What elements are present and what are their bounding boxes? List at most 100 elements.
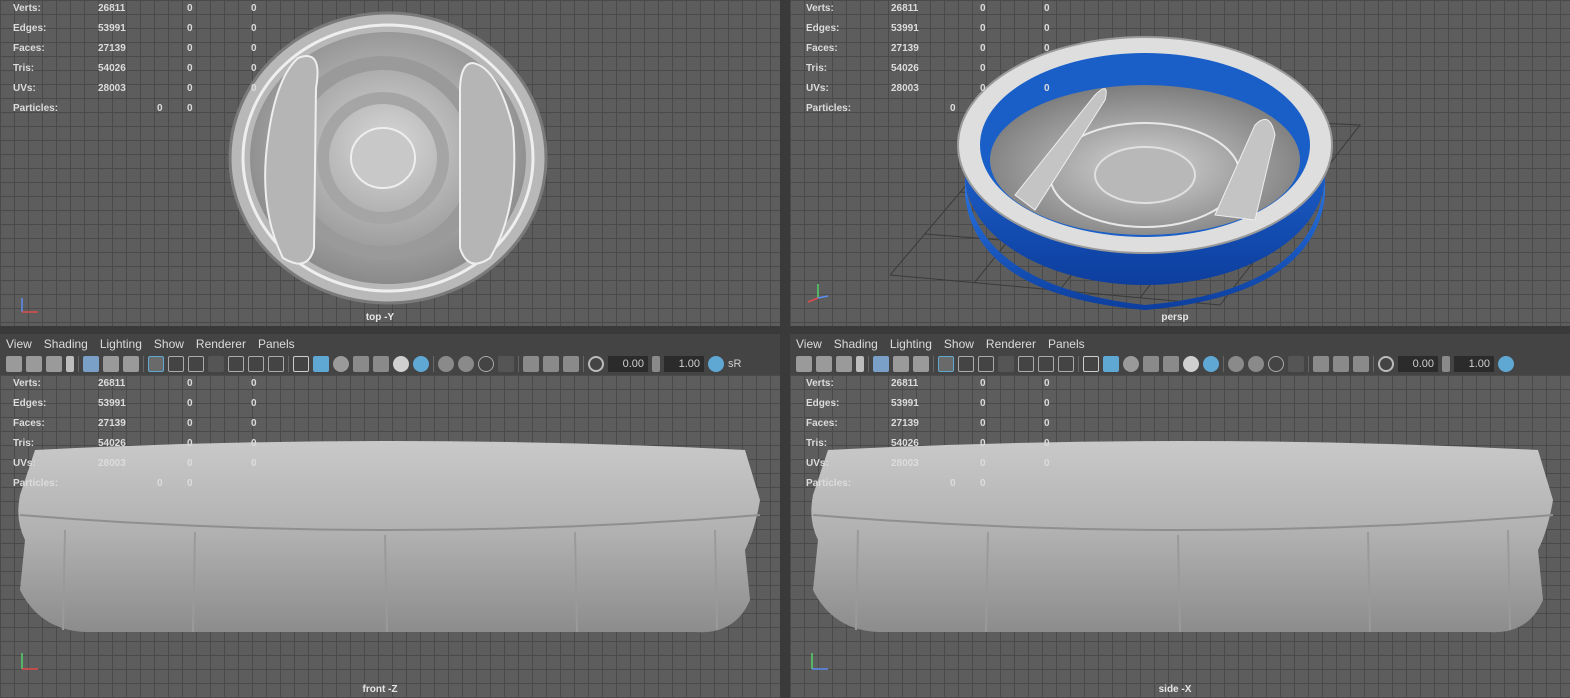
bookmark-icon[interactable] <box>66 356 74 372</box>
viewport-label-top: top -Y <box>365 312 395 323</box>
film-gate-icon[interactable] <box>168 356 184 372</box>
safe-title-icon[interactable] <box>1058 356 1074 372</box>
separator <box>583 356 584 372</box>
wireframe-on-shaded-icon[interactable] <box>353 356 369 372</box>
xray-joints-icon[interactable] <box>563 356 579 372</box>
viewport-label-front: front -Z <box>362 684 398 695</box>
depth-icon[interactable] <box>1288 356 1304 372</box>
shadow-icon[interactable] <box>1203 356 1219 372</box>
color-manage-icon[interactable] <box>1498 356 1514 372</box>
menu-show[interactable]: Show <box>938 337 980 351</box>
gate-mask-icon[interactable] <box>998 356 1014 372</box>
viewport-persp[interactable]: Verts: 26811 0 0 Edges: 53991 0 0 Faces: 27139 0… <box>790 0 1570 326</box>
film-gate-icon[interactable] <box>958 356 974 372</box>
pane-divider[interactable] <box>0 326 1570 334</box>
move-icon[interactable] <box>893 356 909 372</box>
wireframe-icon[interactable] <box>293 356 309 372</box>
menu-view[interactable]: View <box>0 337 38 351</box>
snap-icon[interactable] <box>873 356 889 372</box>
motion-blur-icon[interactable] <box>1248 356 1264 372</box>
xray-icon[interactable] <box>543 356 559 372</box>
anti-alias-icon[interactable] <box>1268 356 1284 372</box>
safe-action-icon[interactable] <box>248 356 264 372</box>
move-icon[interactable] <box>103 356 119 372</box>
select-camera-icon[interactable] <box>816 356 832 372</box>
isolate-icon[interactable] <box>1313 356 1329 372</box>
gate-mask-icon[interactable] <box>208 356 224 372</box>
axis-gizmo-icon <box>21 653 38 670</box>
pane-divider[interactable] <box>780 0 790 698</box>
viewport-side[interactable]: Verts: 26811 0 0 Edges: 53991 0 0 Faces: 27139 0… <box>790 375 1570 698</box>
pool-persp-mesh[interactable] <box>955 25 1340 310</box>
lock-camera-icon[interactable] <box>836 356 852 372</box>
smooth-shade-icon[interactable] <box>1103 356 1119 372</box>
snap-icon[interactable] <box>83 356 99 372</box>
isolate-icon[interactable] <box>523 356 539 372</box>
color-manage-icon[interactable] <box>708 356 724 372</box>
ambient-occlusion-icon[interactable] <box>1228 356 1244 372</box>
texture-icon[interactable] <box>373 356 389 372</box>
pivot-icon[interactable] <box>123 356 139 372</box>
exposure-field[interactable]: 0.00 <box>608 356 648 372</box>
gamma-icon[interactable] <box>1442 356 1450 372</box>
gamma-field[interactable]: 1.00 <box>664 356 704 372</box>
field-chart-icon[interactable] <box>228 356 244 372</box>
exposure-icon[interactable] <box>1378 356 1394 372</box>
wireframe-icon[interactable] <box>1083 356 1099 372</box>
menu-renderer[interactable]: Renderer <box>190 337 252 351</box>
shadow-icon[interactable] <box>413 356 429 372</box>
pool-top-mesh[interactable] <box>228 8 550 306</box>
smooth-shade-icon[interactable] <box>313 356 329 372</box>
exposure-icon[interactable] <box>588 356 604 372</box>
motion-blur-icon[interactable] <box>458 356 474 372</box>
pool-side-mesh[interactable] <box>808 440 1560 640</box>
camera-icon[interactable] <box>796 356 812 372</box>
menu-lighting[interactable]: Lighting <box>884 337 938 351</box>
safe-title-icon[interactable] <box>268 356 284 372</box>
panel-toolbar: 0.00 1.00 <box>790 353 1570 375</box>
menu-panels[interactable]: Panels <box>1042 337 1091 351</box>
separator <box>518 356 519 372</box>
default-material-icon[interactable] <box>1123 356 1139 372</box>
menu-panels[interactable]: Panels <box>252 337 301 351</box>
axis-gizmo-icon <box>811 653 828 670</box>
menu-renderer[interactable]: Renderer <box>980 337 1042 351</box>
separator <box>1078 356 1079 372</box>
field-chart-icon[interactable] <box>1018 356 1034 372</box>
camera-icon[interactable] <box>6 356 22 372</box>
light-icon[interactable] <box>1183 356 1199 372</box>
viewport-top[interactable]: Verts: 26811 0 0 Edges: 53991 0 0 Faces: 27139 0… <box>0 0 780 326</box>
separator <box>288 356 289 372</box>
menu-show[interactable]: Show <box>148 337 190 351</box>
viewport-front[interactable]: Verts: 26811 0 0 Edges: 53991 0 0 Faces: 27139 0… <box>0 375 780 698</box>
xray-joints-icon[interactable] <box>1353 356 1369 372</box>
pool-front-mesh[interactable] <box>15 440 765 640</box>
resolution-gate-icon[interactable] <box>978 356 994 372</box>
pivot-icon[interactable] <box>913 356 929 372</box>
menu-view[interactable]: View <box>790 337 828 351</box>
color-space-label[interactable]: sR <box>728 358 741 370</box>
menu-lighting[interactable]: Lighting <box>94 337 148 351</box>
safe-action-icon[interactable] <box>1038 356 1054 372</box>
lock-camera-icon[interactable] <box>46 356 62 372</box>
grid-icon[interactable] <box>938 356 954 372</box>
gamma-icon[interactable] <box>652 356 660 372</box>
depth-icon[interactable] <box>498 356 514 372</box>
separator <box>1223 356 1224 372</box>
wireframe-on-shaded-icon[interactable] <box>1143 356 1159 372</box>
default-material-icon[interactable] <box>333 356 349 372</box>
menu-shading[interactable]: Shading <box>38 337 94 351</box>
exposure-field[interactable]: 0.00 <box>1398 356 1438 372</box>
light-icon[interactable] <box>393 356 409 372</box>
gamma-field[interactable]: 1.00 <box>1454 356 1494 372</box>
ambient-occlusion-icon[interactable] <box>438 356 454 372</box>
texture-icon[interactable] <box>1163 356 1179 372</box>
anti-alias-icon[interactable] <box>478 356 494 372</box>
select-camera-icon[interactable] <box>26 356 42 372</box>
separator <box>1308 356 1309 372</box>
resolution-gate-icon[interactable] <box>188 356 204 372</box>
bookmark-icon[interactable] <box>856 356 864 372</box>
grid-icon[interactable] <box>148 356 164 372</box>
menu-shading[interactable]: Shading <box>828 337 884 351</box>
xray-icon[interactable] <box>1333 356 1349 372</box>
